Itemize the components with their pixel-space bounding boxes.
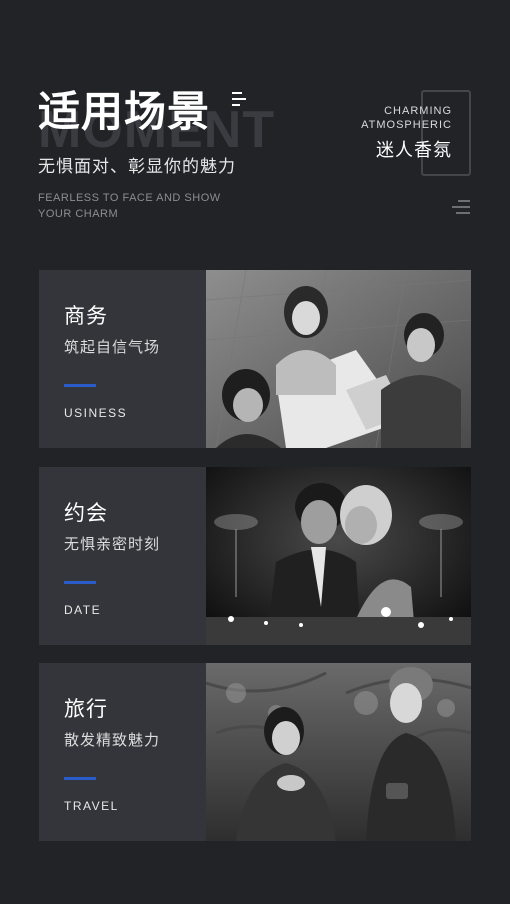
travel-friends-photo bbox=[206, 663, 471, 841]
scene-label: 约会 bbox=[64, 501, 108, 525]
scene-description: 无惧亲密时刻 bbox=[64, 535, 161, 553]
menu-icon[interactable] bbox=[452, 200, 470, 218]
page-subtitle: 无惧面对、彰显你的魅力 bbox=[38, 157, 236, 177]
page-title: 适用场景 bbox=[38, 87, 211, 136]
scene-card-date[interactable]: 约会 无惧亲密时刻 DATE bbox=[39, 467, 471, 645]
fragrance-label: 迷人香氛 bbox=[376, 140, 452, 161]
scene-description: 散发精致魅力 bbox=[64, 731, 161, 749]
scene-english-label: DATE bbox=[64, 603, 102, 617]
english-subtitle: FEARLESS TO FACE AND SHOW YOUR CHARM bbox=[38, 192, 221, 220]
title-lines-icon bbox=[232, 92, 246, 110]
scene-label: 旅行 bbox=[64, 697, 108, 721]
romantic-dinner-photo bbox=[206, 467, 471, 645]
charming-line: CHARMING bbox=[384, 105, 452, 117]
scene-label: 商务 bbox=[64, 304, 108, 328]
scene-english-label: TRAVEL bbox=[64, 799, 119, 813]
accent-bar bbox=[64, 777, 96, 780]
business-meeting-photo bbox=[206, 270, 471, 448]
accent-bar bbox=[64, 581, 96, 584]
scene-description: 筑起自信气场 bbox=[64, 338, 161, 356]
atmospheric-line: ATMOSPHERIC bbox=[361, 119, 452, 131]
scene-english-label: USINESS bbox=[64, 406, 128, 420]
scene-card-business[interactable]: 商务 筑起自信气场 USINESS bbox=[39, 270, 471, 448]
scene-card-travel[interactable]: 旅行 散发精致魅力 TRAVEL bbox=[39, 663, 471, 841]
charming-label: CHARMING ATMOSPHERIC bbox=[361, 104, 452, 132]
decorative-frame bbox=[421, 90, 471, 176]
accent-bar bbox=[64, 384, 96, 387]
